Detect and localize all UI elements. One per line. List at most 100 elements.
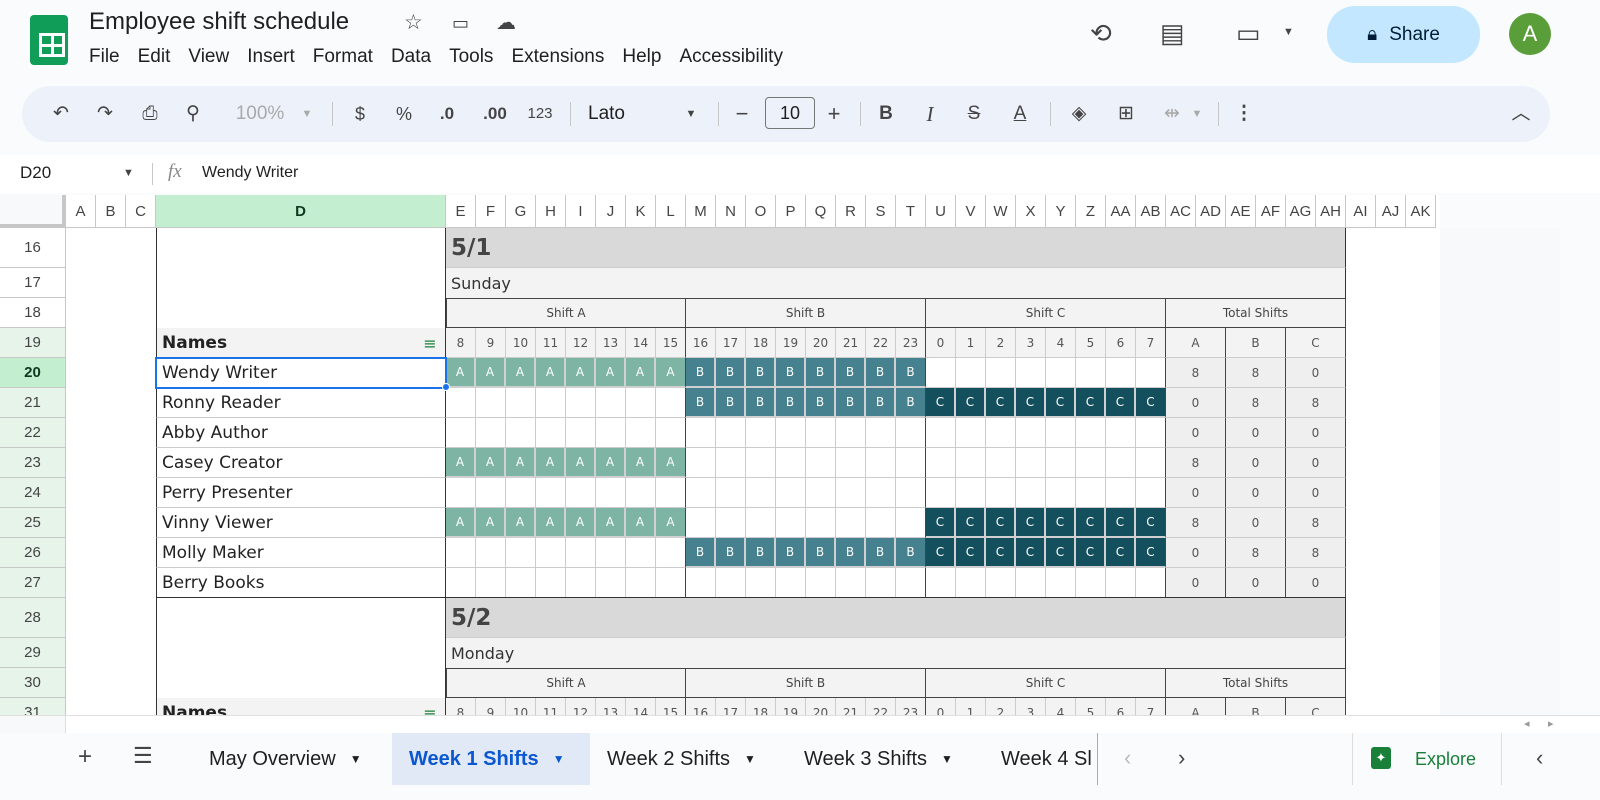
- shift-cell-b[interactable]: [836, 478, 866, 508]
- name-box[interactable]: D20: [20, 163, 51, 183]
- meet-dropdown-icon[interactable]: ▼: [1283, 26, 1294, 38]
- shift-cell-c[interactable]: C: [1136, 508, 1166, 538]
- employee-name[interactable]: Casey Creator: [156, 448, 446, 478]
- column-header-m[interactable]: M: [686, 195, 716, 228]
- shift-cell-b[interactable]: [776, 478, 806, 508]
- column-header-q[interactable]: Q: [806, 195, 836, 228]
- add-sheet-icon[interactable]: +: [78, 743, 92, 771]
- share-button[interactable]: 🔒︎ Share: [1327, 6, 1480, 63]
- tabs-scroll-left-icon[interactable]: ‹: [1124, 745, 1131, 771]
- employee-name[interactable]: Berry Books: [156, 568, 446, 598]
- all-sheets-icon[interactable]: ☰: [133, 743, 153, 769]
- shift-cell-b[interactable]: [896, 448, 926, 478]
- shift-cell-a[interactable]: A: [506, 508, 536, 538]
- column-header-r[interactable]: R: [836, 195, 866, 228]
- shift-cell-c[interactable]: [926, 478, 956, 508]
- shift-cell-a[interactable]: [656, 538, 686, 568]
- shift-cell-c[interactable]: [1136, 418, 1166, 448]
- shift-cell-a[interactable]: A: [476, 448, 506, 478]
- column-header-o[interactable]: O: [746, 195, 776, 228]
- name-box-dropdown-icon[interactable]: ▼: [123, 167, 134, 179]
- shift-cell-a[interactable]: [566, 538, 596, 568]
- shift-cell-c[interactable]: [1076, 568, 1106, 598]
- shift-cell-b[interactable]: B: [896, 538, 926, 568]
- filter-icon[interactable]: ≡: [418, 698, 442, 716]
- shift-cell-b[interactable]: [686, 418, 716, 448]
- shift-cell-c[interactable]: C: [1016, 388, 1046, 418]
- shift-cell-a[interactable]: [476, 478, 506, 508]
- shift-cell-c[interactable]: C: [1016, 538, 1046, 568]
- shift-cell-c[interactable]: [1016, 358, 1046, 388]
- menu-extensions[interactable]: Extensions: [502, 45, 613, 69]
- shift-cell-b[interactable]: [716, 568, 746, 598]
- shift-cell-c[interactable]: C: [1076, 508, 1106, 538]
- shift-cell-b[interactable]: [776, 448, 806, 478]
- shift-cell-b[interactable]: B: [776, 538, 806, 568]
- shift-cell-c[interactable]: [1016, 448, 1046, 478]
- shift-cell-b[interactable]: B: [746, 358, 776, 388]
- shift-cell-b[interactable]: [806, 508, 836, 538]
- shift-cell-c[interactable]: C: [986, 538, 1016, 568]
- shift-cell-a[interactable]: [596, 568, 626, 598]
- row-header-24[interactable]: 24: [0, 478, 66, 508]
- tab-may-overview[interactable]: May Overview ▼: [192, 733, 379, 785]
- row-header-17[interactable]: 17: [0, 268, 66, 298]
- shift-cell-c[interactable]: [1016, 568, 1046, 598]
- shift-cell-a[interactable]: [446, 478, 476, 508]
- shift-cell-b[interactable]: [746, 448, 776, 478]
- menu-edit[interactable]: Edit: [129, 45, 180, 69]
- formula-input[interactable]: Wendy Writer: [202, 164, 298, 182]
- shift-cell-c[interactable]: [926, 358, 956, 388]
- shift-cell-b[interactable]: [746, 508, 776, 538]
- menu-help[interactable]: Help: [613, 45, 670, 69]
- row-header-16[interactable]: 16: [0, 228, 66, 268]
- shift-cell-a[interactable]: A: [446, 358, 476, 388]
- shift-cell-a[interactable]: A: [566, 508, 596, 538]
- version-history-icon[interactable]: ⟲: [1090, 18, 1112, 49]
- shift-cell-c[interactable]: [1076, 448, 1106, 478]
- shift-cell-a[interactable]: A: [626, 508, 656, 538]
- shift-cell-b[interactable]: [866, 448, 896, 478]
- collapse-toolbar-icon[interactable]: ︿: [1508, 86, 1534, 142]
- shift-cell-c[interactable]: [1106, 418, 1136, 448]
- shift-cell-c[interactable]: C: [956, 538, 986, 568]
- shift-cell-b[interactable]: B: [686, 538, 716, 568]
- row-header-29[interactable]: 29: [0, 638, 66, 668]
- shift-cell-a[interactable]: [506, 568, 536, 598]
- shift-cell-a[interactable]: [626, 418, 656, 448]
- column-header-ab[interactable]: AB: [1136, 195, 1166, 228]
- column-header-w[interactable]: W: [986, 195, 1016, 228]
- shift-cell-b[interactable]: [716, 418, 746, 448]
- shift-cell-b[interactable]: [836, 508, 866, 538]
- shift-cell-b[interactable]: B: [686, 358, 716, 388]
- shift-cell-b[interactable]: [746, 568, 776, 598]
- shift-cell-b[interactable]: [686, 478, 716, 508]
- sheets-logo[interactable]: [30, 15, 68, 65]
- shift-cell-b[interactable]: B: [686, 388, 716, 418]
- decrease-font-size-button[interactable]: −: [730, 86, 754, 142]
- tab-week-2-shifts[interactable]: Week 2 Shifts ▼: [590, 733, 773, 785]
- spreadsheet-grid[interactable]: A B C D E F G H I J K L M N O P Q R S T U V W X Y Z AA AB AC AD AE AF AG…: [0, 195, 1440, 715]
- shift-cell-a[interactable]: A: [596, 448, 626, 478]
- shift-cell-b[interactable]: B: [716, 388, 746, 418]
- shift-cell-b[interactable]: [686, 448, 716, 478]
- row-header-20[interactable]: 20: [0, 358, 66, 388]
- shift-cell-b[interactable]: B: [806, 388, 836, 418]
- shift-cell-c[interactable]: [986, 568, 1016, 598]
- column-header-ai[interactable]: AI: [1346, 195, 1376, 228]
- tab-dropdown-icon[interactable]: ▼: [744, 752, 756, 766]
- shift-cell-a[interactable]: A: [626, 358, 656, 388]
- column-header-y[interactable]: Y: [1046, 195, 1076, 228]
- shift-cell-b[interactable]: B: [836, 538, 866, 568]
- shift-cell-c[interactable]: [1046, 478, 1076, 508]
- avatar[interactable]: A: [1509, 13, 1551, 55]
- shift-cell-b[interactable]: B: [896, 358, 926, 388]
- merge-cells-icon[interactable]: ⇹: [1158, 86, 1186, 142]
- shift-cell-a[interactable]: [536, 388, 566, 418]
- shift-cell-c[interactable]: C: [1076, 538, 1106, 568]
- tab-dropdown-icon[interactable]: ▼: [350, 752, 362, 766]
- shift-cell-a[interactable]: [536, 568, 566, 598]
- shift-cell-b[interactable]: B: [866, 388, 896, 418]
- column-header-d[interactable]: D: [156, 195, 446, 228]
- shift-cell-b[interactable]: [836, 448, 866, 478]
